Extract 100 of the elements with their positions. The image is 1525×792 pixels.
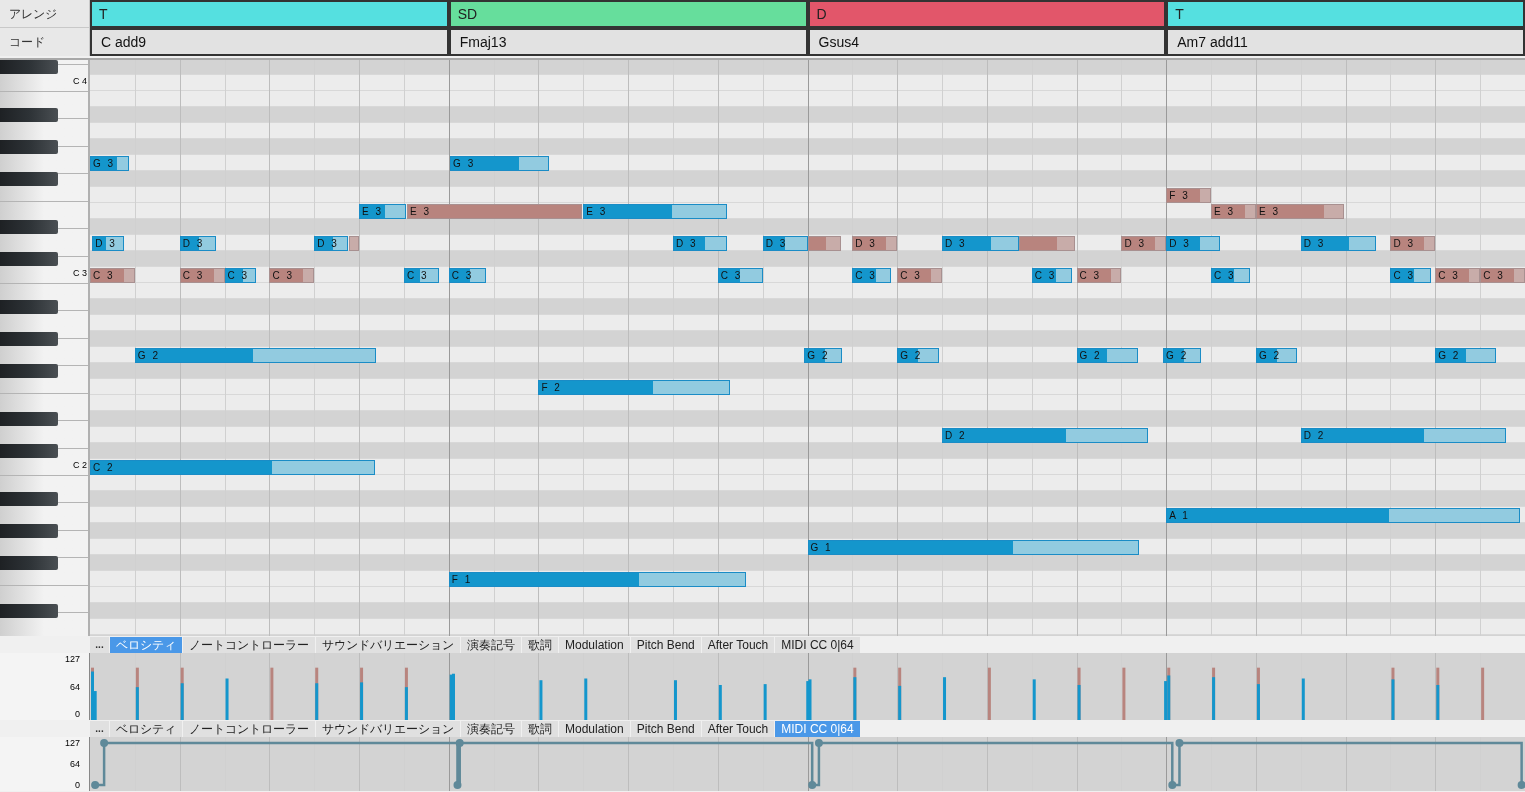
lane-tab[interactable]: Modulation: [559, 637, 630, 653]
note[interactable]: D 3: [92, 236, 124, 251]
cc-point[interactable]: [808, 781, 817, 789]
piano-key[interactable]: [0, 556, 58, 570]
note[interactable]: C 3: [448, 268, 486, 283]
cc-point[interactable]: [91, 781, 100, 789]
lane-tab[interactable]: After Touch: [701, 637, 775, 653]
piano-key[interactable]: [0, 300, 58, 314]
note[interactable]: G 2: [1255, 348, 1298, 363]
cc-point[interactable]: [1517, 781, 1525, 789]
piano-key[interactable]: [0, 412, 58, 426]
note[interactable]: D 3: [1390, 236, 1436, 251]
note[interactable]: A 1: [1166, 508, 1520, 523]
note[interactable]: C 2: [90, 460, 376, 475]
more-button[interactable]: ...: [90, 721, 109, 737]
arrange-block[interactable]: T: [1166, 0, 1525, 28]
note[interactable]: C 3: [269, 268, 315, 283]
note[interactable]: D 3: [762, 236, 808, 251]
cc-point[interactable]: [100, 739, 109, 747]
piano-key[interactable]: [0, 252, 58, 266]
cc-point[interactable]: [1175, 739, 1184, 747]
note[interactable]: G 3: [90, 156, 129, 171]
piano-key[interactable]: [0, 172, 58, 186]
more-button[interactable]: ...: [90, 637, 109, 653]
note[interactable]: F 3: [1166, 188, 1212, 203]
note[interactable]: D 3: [1166, 236, 1221, 251]
note[interactable]: F 1: [448, 572, 747, 587]
note[interactable]: E 3: [359, 204, 407, 219]
lane-tab[interactable]: サウンドバリエーション: [316, 721, 460, 737]
cc-point[interactable]: [455, 739, 464, 747]
note[interactable]: C 3: [1390, 268, 1431, 283]
note[interactable]: D 3: [1121, 236, 1167, 251]
note[interactable]: C 3: [403, 268, 439, 283]
note[interactable]: G 2: [804, 348, 842, 363]
lane-tab[interactable]: 歌詞: [522, 721, 558, 737]
note[interactable]: D 3: [852, 236, 898, 251]
piano-key[interactable]: [0, 220, 58, 234]
note[interactable]: E 3: [583, 204, 727, 219]
note[interactable]: [349, 236, 360, 251]
note[interactable]: G 3: [450, 156, 549, 171]
lane-tab[interactable]: ノートコントローラー: [183, 637, 315, 653]
note[interactable]: C 3: [852, 268, 892, 283]
note[interactable]: D 3: [672, 236, 727, 251]
note[interactable]: C 3: [90, 268, 135, 283]
piano-key[interactable]: [0, 524, 58, 538]
cc-point[interactable]: [1168, 781, 1177, 789]
lane-tab[interactable]: 歌詞: [522, 637, 558, 653]
note[interactable]: G 2: [1435, 348, 1497, 363]
cc-point[interactable]: [453, 781, 462, 789]
note[interactable]: E 3: [407, 204, 582, 219]
note[interactable]: G 2: [897, 348, 939, 363]
lane-tab[interactable]: 演奏記号: [461, 637, 521, 653]
lane-tab[interactable]: Pitch Bend: [630, 637, 701, 653]
lane-tab[interactable]: サウンドバリエーション: [316, 637, 460, 653]
cc-point[interactable]: [814, 739, 823, 747]
piano-key[interactable]: [0, 140, 58, 154]
note[interactable]: C 3: [1435, 268, 1481, 283]
note[interactable]: D 3: [1300, 236, 1377, 251]
lane-tab[interactable]: MIDI CC 0|64: [775, 721, 860, 737]
piano-key[interactable]: [0, 364, 58, 378]
piano-key[interactable]: [0, 444, 58, 458]
note[interactable]: D 2: [942, 428, 1149, 443]
note[interactable]: D 3: [942, 236, 1020, 251]
note[interactable]: G 2: [134, 348, 377, 363]
note[interactable]: C 3: [717, 268, 763, 283]
lane-tab[interactable]: ベロシティ: [110, 721, 182, 737]
piano-key[interactable]: [0, 604, 58, 618]
note[interactable]: C 3: [897, 268, 943, 283]
piano-key[interactable]: [0, 108, 58, 122]
chord-block[interactable]: C add9: [90, 28, 449, 56]
lane-tab[interactable]: Pitch Bend: [630, 721, 701, 737]
note[interactable]: G 1: [807, 540, 1140, 555]
piano-key[interactable]: [0, 492, 58, 506]
lane-tab[interactable]: ベロシティ: [110, 637, 182, 653]
lane-tab[interactable]: MIDI CC 0|64: [775, 637, 860, 653]
lane-tab[interactable]: Modulation: [559, 721, 630, 737]
note[interactable]: E 3: [1255, 204, 1344, 219]
note[interactable]: D 2: [1300, 428, 1506, 443]
note[interactable]: [1019, 236, 1076, 251]
piano-key[interactable]: [0, 332, 58, 346]
piano-key[interactable]: [0, 60, 58, 74]
chord-block[interactable]: Fmaj13: [448, 28, 808, 56]
note[interactable]: E 3: [1211, 204, 1256, 219]
note[interactable]: C 3: [1076, 268, 1122, 283]
lane-tab[interactable]: After Touch: [701, 721, 775, 737]
arrange-block[interactable]: D: [807, 0, 1167, 28]
lane-tab[interactable]: ノートコントローラー: [183, 721, 315, 737]
note[interactable]: C 3: [1211, 268, 1251, 283]
note[interactable]: C 3: [179, 268, 225, 283]
chord-block[interactable]: Gsus4: [807, 28, 1167, 56]
note[interactable]: G 2: [1076, 348, 1138, 363]
note[interactable]: C 3: [1031, 268, 1073, 283]
note[interactable]: F 2: [538, 380, 731, 395]
note[interactable]: C 3: [224, 268, 256, 283]
note[interactable]: C 3: [1480, 268, 1525, 283]
note[interactable]: G 2: [1163, 348, 1202, 363]
chord-block[interactable]: Am7 add11: [1166, 28, 1525, 56]
arrange-block[interactable]: SD: [448, 0, 808, 28]
note[interactable]: [807, 236, 841, 251]
note[interactable]: D 3: [179, 236, 216, 251]
